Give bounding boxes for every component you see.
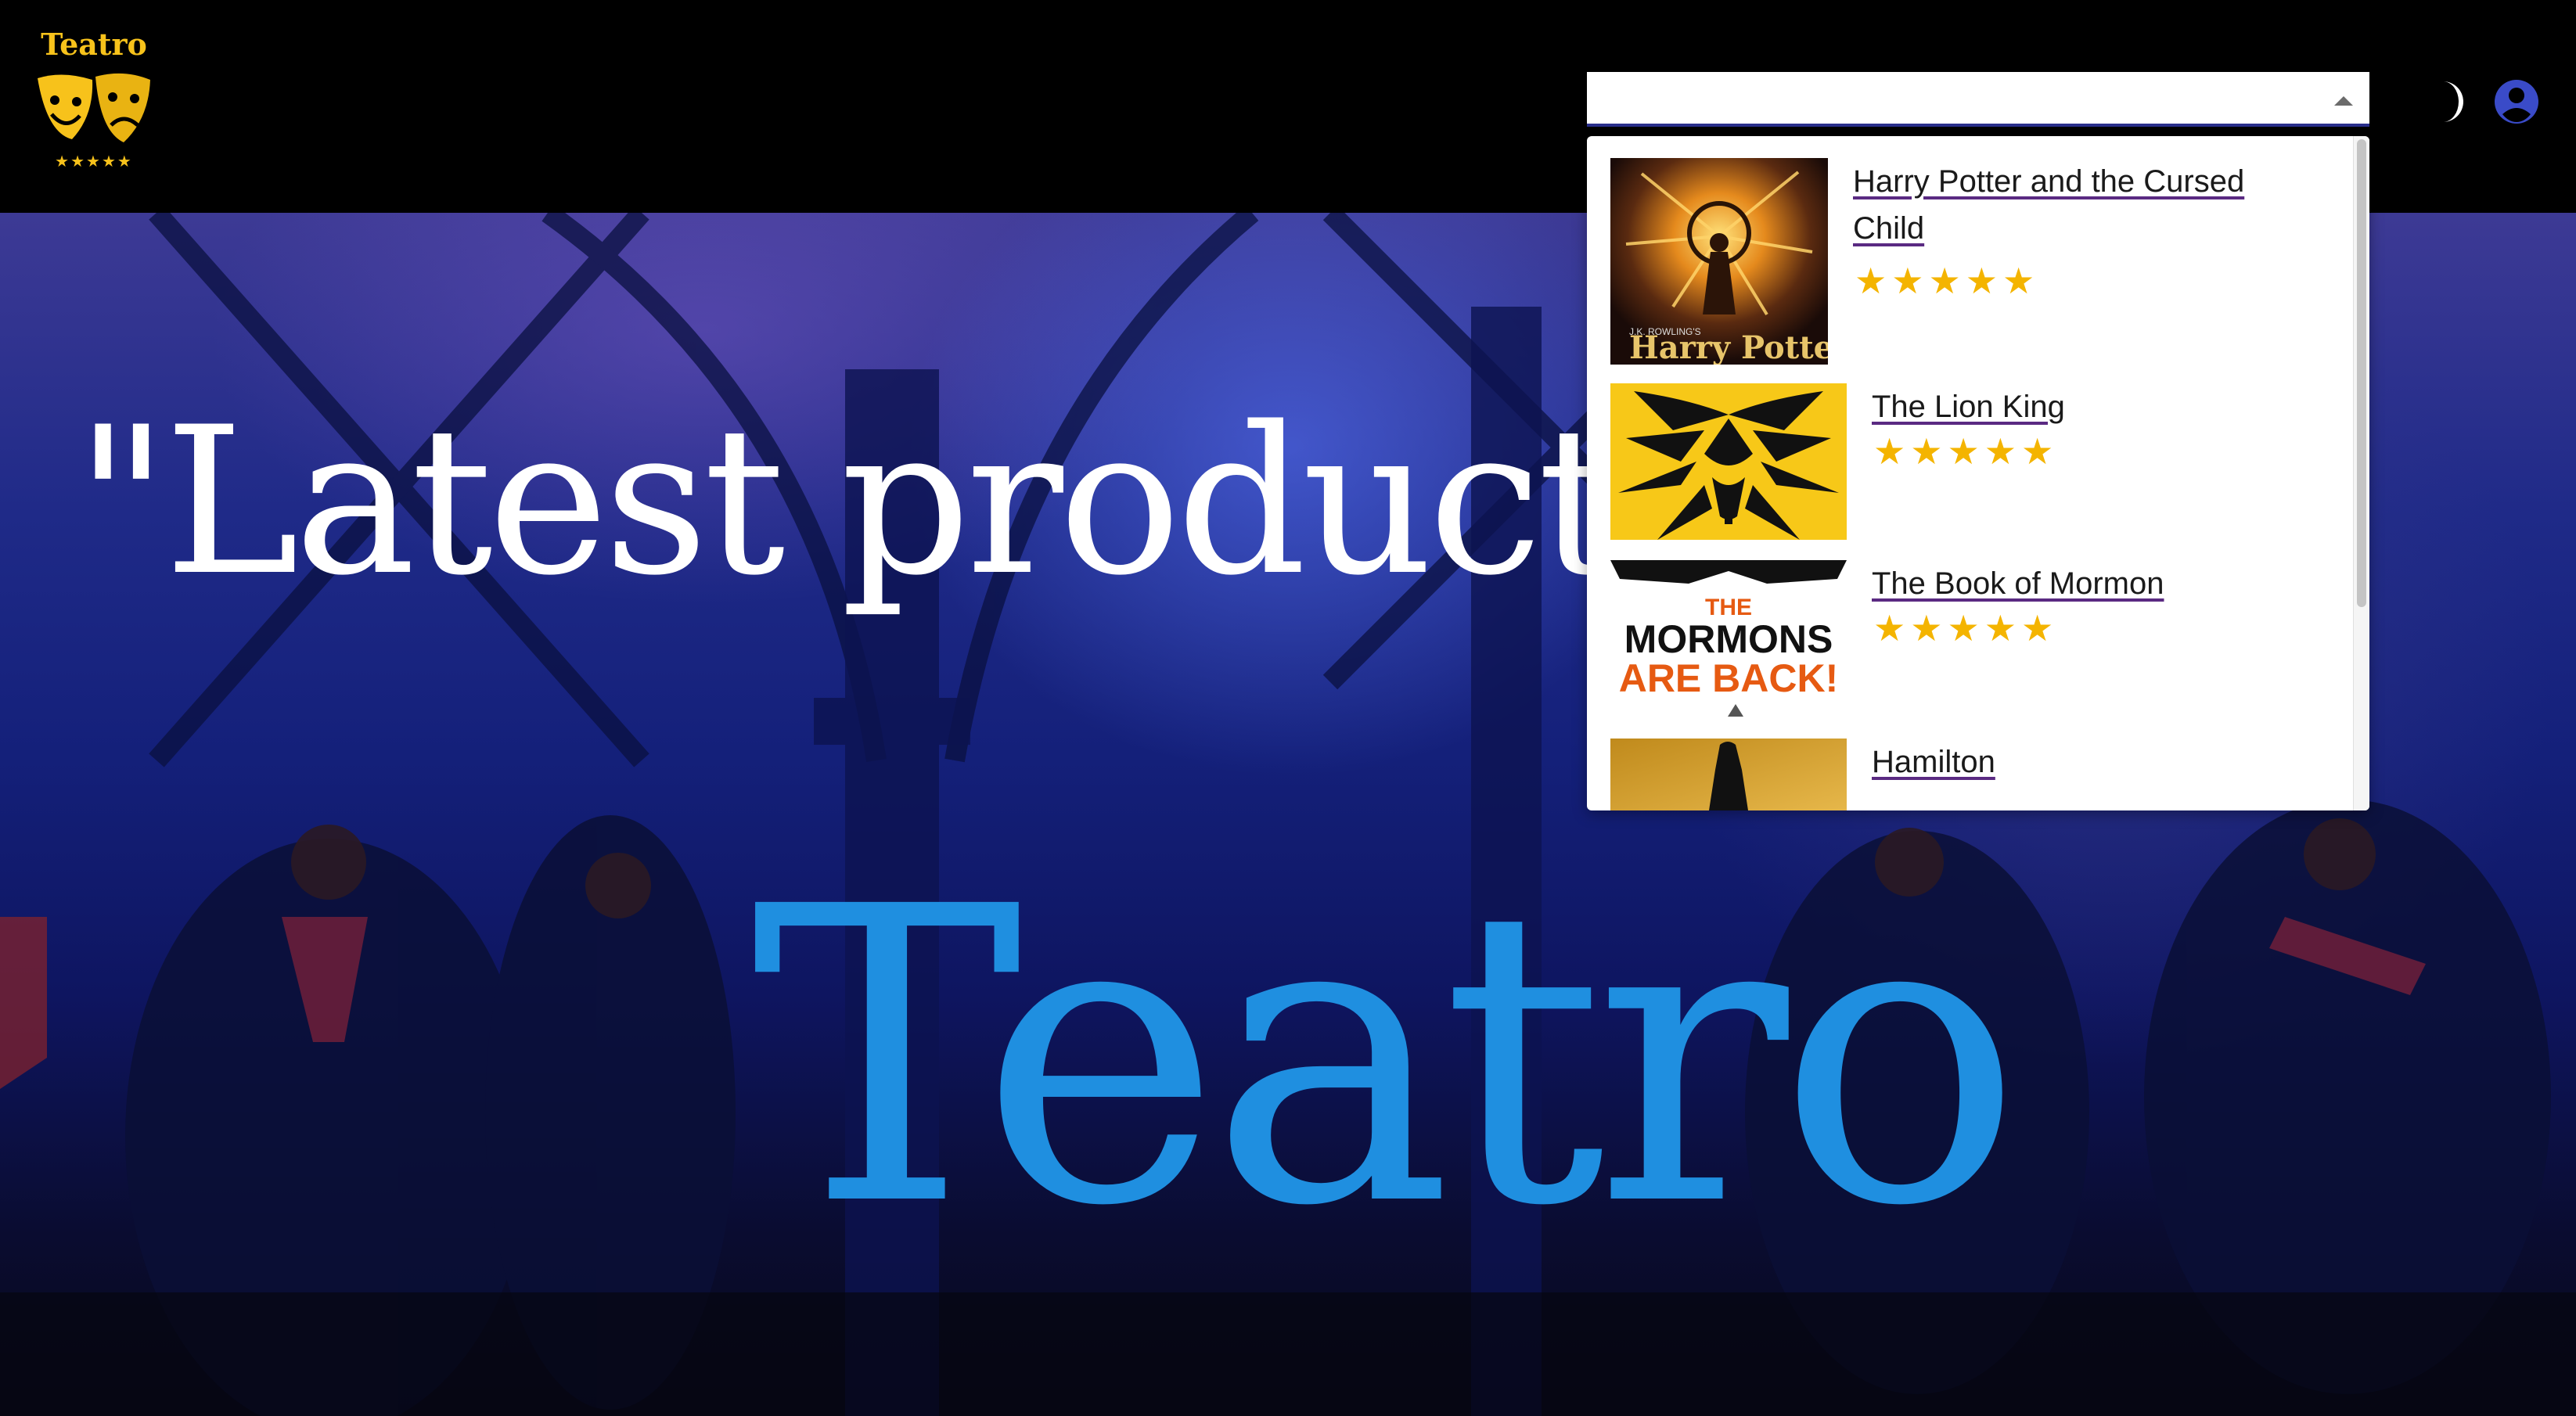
results-scrollbar[interactable] [2353,136,2369,810]
svg-text:MORMONS: MORMONS [1624,617,1833,661]
result-item-hamilton[interactable]: Hamilton [1610,739,2346,810]
caret-up-icon[interactable] [2333,95,2354,106]
logo-stars: ★★★★★ [55,153,133,171]
result-title[interactable]: The Book of Mormon [1872,560,2164,607]
show-search-combobox[interactable] [1587,72,2369,127]
scrollbar-thumb[interactable] [2357,139,2366,607]
results-list: J.K. ROWLING'S Harry Potter Harry Potter… [1587,136,2354,810]
rating-stars: ★★★★★ [1855,261,2040,301]
result-item-harry-potter[interactable]: J.K. ROWLING'S Harry Potter Harry Potter… [1610,158,2346,377]
teatro-logo[interactable]: Teatro ★★★★★ [31,27,157,175]
moon-icon[interactable] [2429,78,2468,129]
rating-stars: ★★★★★ [1873,608,2059,649]
hamilton-poster[interactable] [1610,739,1847,810]
rating-stars: ★★★★★ [1873,431,2059,472]
user-icon[interactable] [2493,78,2540,129]
hero-brand-title: Teatro [751,821,2023,1295]
theatre-masks-icon [38,73,150,142]
lion-king-poster[interactable] [1610,383,1847,540]
search-input[interactable] [1587,72,2291,124]
book-of-mormon-poster[interactable]: THE MORMONS ARE BACK! [1610,560,1847,724]
harry-potter-poster[interactable]: J.K. ROWLING'S Harry Potter [1610,158,1828,365]
search-results-dropdown: J.K. ROWLING'S Harry Potter Harry Potter… [1587,136,2369,810]
result-title[interactable]: Hamilton [1872,739,1995,785]
result-title[interactable]: Harry Potter and the Cursed Child [1853,158,2244,252]
svg-text:Harry Potter: Harry Potter [1629,329,1828,365]
hero-tagline: "Latest productio [75,384,1797,620]
result-title[interactable]: The Lion King [1872,383,2065,430]
logo-text: Teatro [41,27,147,62]
svg-text:ARE BACK!: ARE BACK! [1619,656,1839,700]
